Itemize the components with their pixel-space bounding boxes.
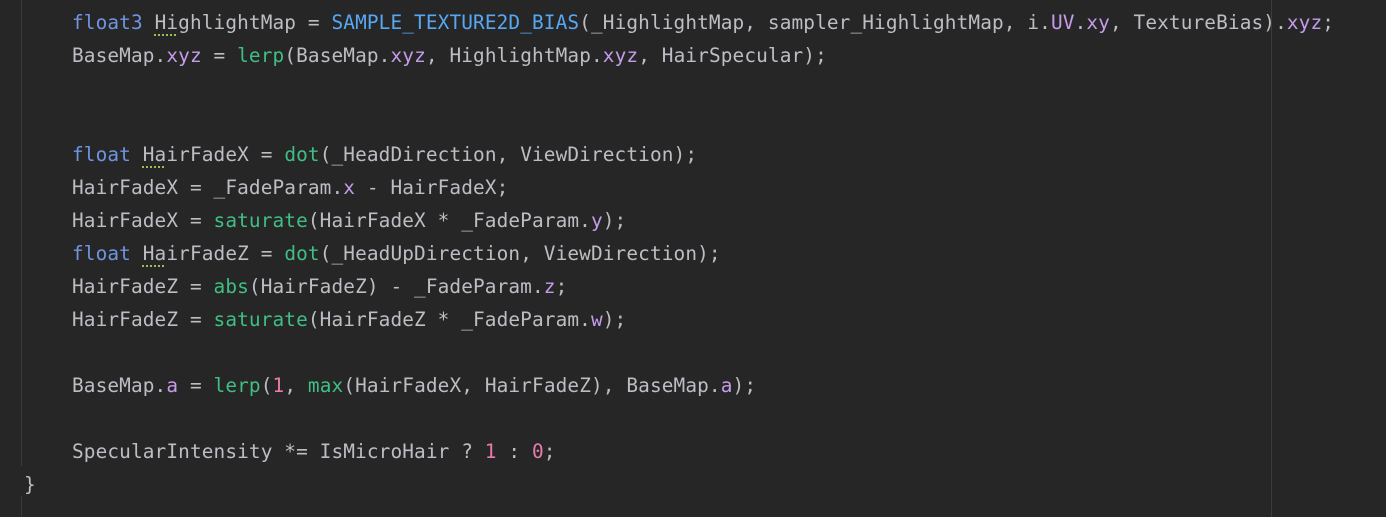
code-token: (HairFadeX * _FadeParam. [307, 209, 591, 232]
code-line-text[interactable]: HairFadeX = saturate(HairFadeX * _FadePa… [72, 204, 626, 237]
right-margin-guide [1271, 0, 1272, 517]
code-token: z [543, 275, 556, 298]
code-token: ); [602, 209, 627, 232]
code-token: HairFadeX = [72, 209, 214, 232]
code-token: float3 [72, 11, 155, 34]
code-token: ); [602, 308, 627, 331]
code-token-rest: irFadeX [166, 143, 249, 166]
weak-warning-underline: Ha [142, 143, 167, 166]
code-token-rest: irFadeZ [166, 242, 249, 265]
code-line-text[interactable]: BaseMap.a = lerp(1, max(HairFadeX, HairF… [72, 369, 756, 402]
code-token: ; [1322, 11, 1335, 34]
code-line-text[interactable]: HairFadeZ = saturate(HairFadeZ * _FadePa… [72, 303, 626, 336]
code-token: max [307, 374, 344, 397]
code-token: UV [1050, 11, 1075, 34]
code-token: xyz [390, 44, 426, 67]
code-token: xyz [602, 44, 639, 67]
code-token: lerp [237, 44, 285, 67]
weak-warning-underline: Hi [154, 11, 179, 34]
code-token: a [720, 374, 733, 397]
code-token: , TextureBias). [1109, 11, 1287, 34]
code-token: ; [555, 275, 568, 298]
code-token: HairFadeZ = [72, 308, 214, 331]
code-editor[interactable]: float3 HighlightMap = SAMPLE_TEXTURE2D_B… [0, 0, 1386, 517]
code-token: ; [543, 440, 556, 463]
code-line-text[interactable]: float HairFadeZ = dot(_HeadUpDirection, … [72, 237, 721, 270]
code-token: saturate [213, 308, 308, 331]
code-token: xyz [166, 44, 202, 67]
code-token: y [590, 209, 603, 232]
code-token: (_HeadDirection, ViewDirection); [319, 143, 698, 166]
code-token-warning: HighlightMap [155, 11, 297, 34]
code-token: } [24, 473, 36, 496]
weak-warning-underline: Ha [142, 242, 167, 265]
code-token: - HairFadeX; [355, 176, 509, 199]
indent-guide-lower [21, 496, 22, 517]
code-token: w [590, 308, 603, 331]
code-token: SpecularIntensity *= IsMicroHair ? [72, 440, 485, 463]
code-token: a [166, 374, 179, 397]
code-token: = [178, 374, 214, 397]
code-line-text[interactable]: float3 HighlightMap = SAMPLE_TEXTURE2D_B… [72, 6, 1334, 39]
code-token: BaseMap. [72, 374, 167, 397]
code-token: = [296, 11, 332, 34]
code-line-text[interactable]: float HairFadeX = dot(_HeadDirection, Vi… [72, 138, 697, 171]
code-token: saturate [213, 209, 308, 232]
code-token: lerp [213, 374, 261, 397]
code-token: xyz [1286, 11, 1323, 34]
code-token: 0 [531, 440, 544, 463]
code-token: : [496, 440, 532, 463]
code-token: float [72, 143, 143, 166]
code-token: , HairSpecular); [638, 44, 827, 67]
code-line-text[interactable]: HairFadeX = _FadeParam.x - HairFadeX; [72, 171, 508, 204]
code-token: 1 [272, 374, 285, 397]
code-token: , HighlightMap. [425, 44, 603, 67]
code-token-rest: ghlightMap [178, 11, 297, 34]
code-token: , [284, 374, 308, 397]
code-token: (_HighlightMap, sampler_HighlightMap, i. [579, 11, 1051, 34]
code-token: SAMPLE_TEXTURE2D_BIAS [331, 11, 580, 34]
code-token: 1 [484, 440, 497, 463]
code-token: dot [284, 242, 320, 265]
code-line-text[interactable]: HairFadeZ = abs(HairFadeZ) - _FadeParam.… [72, 270, 567, 303]
code-token: (HairFadeZ * _FadeParam. [307, 308, 591, 331]
code-token: = [201, 44, 238, 67]
code-token: x [343, 176, 356, 199]
code-token: (_HeadUpDirection, ViewDirection); [319, 242, 721, 265]
code-token: = [248, 143, 285, 166]
code-token: float [72, 242, 143, 265]
code-token: = [248, 242, 285, 265]
code-token: . [1074, 11, 1087, 34]
code-token-warning: HairFadeX [143, 143, 249, 166]
code-token: ); [732, 374, 757, 397]
code-token-warning: HairFadeZ [143, 242, 249, 265]
indent-guide [21, 0, 22, 466]
code-token: HairFadeX = _FadeParam. [72, 176, 344, 199]
code-token: HairFadeZ = [72, 275, 214, 298]
code-token: (HairFadeX, HairFadeZ), BaseMap. [343, 374, 721, 397]
code-line-text[interactable]: } [24, 468, 36, 501]
code-token: abs [213, 275, 249, 298]
code-token: xy [1086, 11, 1110, 34]
code-line-text[interactable]: BaseMap.xyz = lerp(BaseMap.xyz, Highligh… [72, 39, 827, 72]
code-line-text[interactable]: SpecularIntensity *= IsMicroHair ? 1 : 0… [72, 435, 556, 468]
code-token: (HairFadeZ) - _FadeParam. [248, 275, 544, 298]
code-token: ( [260, 374, 273, 397]
code-token: dot [284, 143, 320, 166]
code-token: (BaseMap. [284, 44, 391, 67]
code-token: BaseMap. [72, 44, 167, 67]
